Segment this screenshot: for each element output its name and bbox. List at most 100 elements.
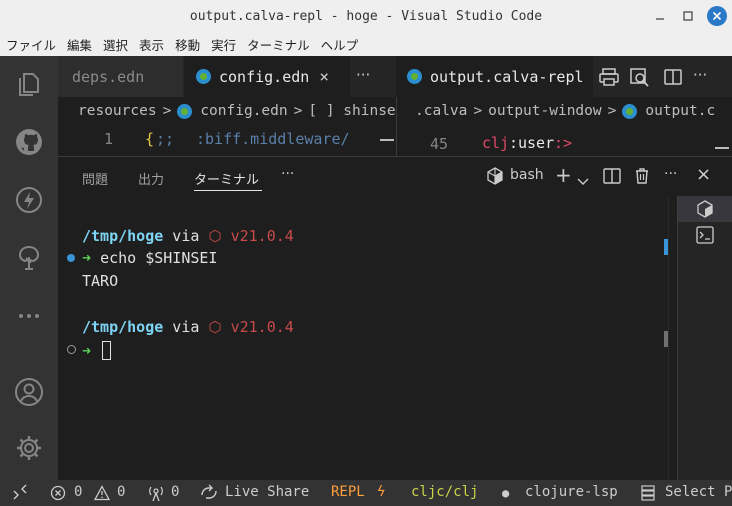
status-bar: 0 0 0 Live Share REPL ϟ cljc/clj ● cloju… xyxy=(0,480,732,506)
warning-count[interactable]: 0 xyxy=(117,484,125,500)
new-terminal-button[interactable]: + xyxy=(555,163,572,187)
breadcrumb-file[interactable]: output.c xyxy=(645,103,715,119)
terminal-prompt-line: /tmp/hoge via ⬡ v21.0.4 xyxy=(82,318,294,336)
terminal-shell-name[interactable]: bash xyxy=(510,167,544,183)
clojure-file-icon xyxy=(177,103,193,119)
error-icon[interactable] xyxy=(50,485,66,505)
explorer-icon[interactable] xyxy=(13,68,45,100)
panel-more-button[interactable]: ··· xyxy=(664,166,677,182)
close-panel-button[interactable]: × xyxy=(696,164,711,185)
terminal-tab-shell[interactable] xyxy=(696,226,714,248)
select-profile[interactable]: Select P xyxy=(665,484,732,500)
breadcrumb-symbol[interactable]: [ ] shinse xyxy=(308,103,395,119)
terminal-command-line: ➜ echo $SHINSEI xyxy=(82,249,217,267)
tab-problems[interactable]: 問題 xyxy=(82,169,108,188)
menu-selection[interactable]: 選択 xyxy=(103,35,128,54)
menu-edit[interactable]: 編集 xyxy=(67,35,92,54)
breadcrumb-right: .calva > output-window > output.c xyxy=(415,97,732,125)
tab-terminal[interactable]: ターミナル xyxy=(194,169,259,188)
warning-icon[interactable] xyxy=(93,485,111,505)
breadcrumb-file[interactable]: config.edn xyxy=(200,103,287,119)
remote-icon[interactable] xyxy=(12,483,28,505)
prompt-via: via xyxy=(163,318,209,336)
terminal-cursor xyxy=(102,341,112,360)
tab-config-edn[interactable]: config.edn × xyxy=(184,56,350,97)
editor-area: deps.edn config.edn × ··· output.calva-r… xyxy=(58,56,732,156)
node-version: v21.0.4 xyxy=(230,318,294,336)
code-line-right[interactable]: 45 clj : user :> xyxy=(397,125,732,156)
more-icon[interactable] xyxy=(13,300,45,332)
editor-more-actions-button[interactable]: ··· xyxy=(693,66,707,84)
cljc-clj-selector[interactable]: cljc/clj xyxy=(411,484,478,500)
live-share-icon[interactable] xyxy=(200,484,218,506)
clojure-file-icon xyxy=(622,103,638,119)
menu-terminal[interactable]: ターミナル xyxy=(247,35,310,54)
tab-close-button[interactable]: × xyxy=(319,67,329,86)
code-namespace: clj xyxy=(482,134,510,152)
editor-tabs-right: output.calva-repl ··· xyxy=(397,56,732,97)
code-line-left[interactable]: 1 { ;; :biff.middleware/ xyxy=(58,125,396,156)
panel-header: 問題 出力 ターミナル ··· bash + ··· × xyxy=(58,156,732,196)
terminal-tabs-list xyxy=(677,196,732,480)
gear-icon[interactable] xyxy=(13,432,45,464)
minimap-marker xyxy=(380,139,394,141)
chevron-down-icon[interactable] xyxy=(577,172,589,191)
server-icon[interactable] xyxy=(640,484,656,506)
code-user: user xyxy=(518,134,555,152)
title-bar: output.calva-repl - hoge - Visual Studio… xyxy=(0,0,732,33)
tab-deps-edn[interactable]: deps.edn xyxy=(58,56,183,97)
menu-help[interactable]: ヘルプ xyxy=(321,35,359,54)
editor-more-actions-button[interactable]: ··· xyxy=(356,66,370,84)
account-icon[interactable] xyxy=(13,376,45,408)
code-comment: ;; xyxy=(156,130,175,148)
trash-icon[interactable] xyxy=(633,167,651,189)
repl-lightning-icon[interactable]: ϟ xyxy=(377,484,385,500)
ports-count[interactable]: 0 xyxy=(171,484,179,500)
search-icon[interactable] xyxy=(629,67,651,91)
split-editor-icon[interactable] xyxy=(663,67,683,91)
repl-label[interactable]: REPL xyxy=(331,484,365,500)
terminal-input-line[interactable]: ➜ xyxy=(82,341,112,360)
clojure-lsp-status[interactable]: clojure-lsp xyxy=(525,484,618,500)
tree-icon[interactable] xyxy=(13,242,45,274)
editor-tabs-left: deps.edn config.edn × ··· xyxy=(58,56,396,97)
command-success-decoration[interactable] xyxy=(67,254,75,262)
prompt-path: /tmp/hoge xyxy=(82,318,164,336)
line-number: 45 xyxy=(430,135,449,153)
breadcrumb-separator: > xyxy=(607,103,617,119)
breadcrumb-folder[interactable]: resources xyxy=(78,103,157,119)
minimize-icon[interactable] xyxy=(652,8,668,24)
command-pending-decoration[interactable] xyxy=(67,345,76,354)
menu-run[interactable]: 実行 xyxy=(211,35,236,54)
split-terminal-icon[interactable] xyxy=(603,167,621,189)
live-share-label[interactable]: Live Share xyxy=(225,484,309,500)
terminal-scrollbar[interactable] xyxy=(668,196,677,480)
error-count[interactable]: 0 xyxy=(74,484,82,500)
prompt-path: /tmp/hoge xyxy=(82,227,164,245)
tab-label: config.edn xyxy=(219,67,310,86)
code-brace: { xyxy=(145,130,155,148)
broadcast-icon[interactable] xyxy=(147,484,165,506)
close-window-icon[interactable] xyxy=(707,6,727,26)
tab-label: deps.edn xyxy=(72,67,145,86)
tab-output-calva-repl[interactable]: output.calva-repl xyxy=(397,56,593,97)
print-icon[interactable] xyxy=(598,67,620,91)
menu-file[interactable]: ファイル xyxy=(6,35,56,54)
window-title: output.calva-repl - hoge - Visual Studio… xyxy=(189,9,543,24)
breadcrumb-separator: > xyxy=(473,103,483,119)
terminal-view[interactable]: /tmp/hoge via ⬡ v21.0.4 ➜ echo $SHINSEI … xyxy=(58,196,677,480)
node-version: v21.0.4 xyxy=(230,227,294,245)
menu-go[interactable]: 移動 xyxy=(175,35,200,54)
panel-more-button[interactable]: ··· xyxy=(281,166,294,182)
maximize-icon[interactable] xyxy=(680,8,696,24)
breadcrumb-subfolder[interactable]: output-window xyxy=(488,103,602,119)
github-icon[interactable] xyxy=(13,126,45,158)
breadcrumb-folder[interactable]: .calva xyxy=(415,103,467,119)
tab-output[interactable]: 出力 xyxy=(138,169,164,188)
lightning-icon[interactable] xyxy=(13,184,45,216)
code-colon: : xyxy=(509,134,519,152)
menu-view[interactable]: 表示 xyxy=(139,35,164,54)
active-tab-indicator xyxy=(194,190,262,191)
terminal-tab-bash[interactable] xyxy=(678,196,732,222)
code-prompt-arrow: :> xyxy=(554,134,573,152)
